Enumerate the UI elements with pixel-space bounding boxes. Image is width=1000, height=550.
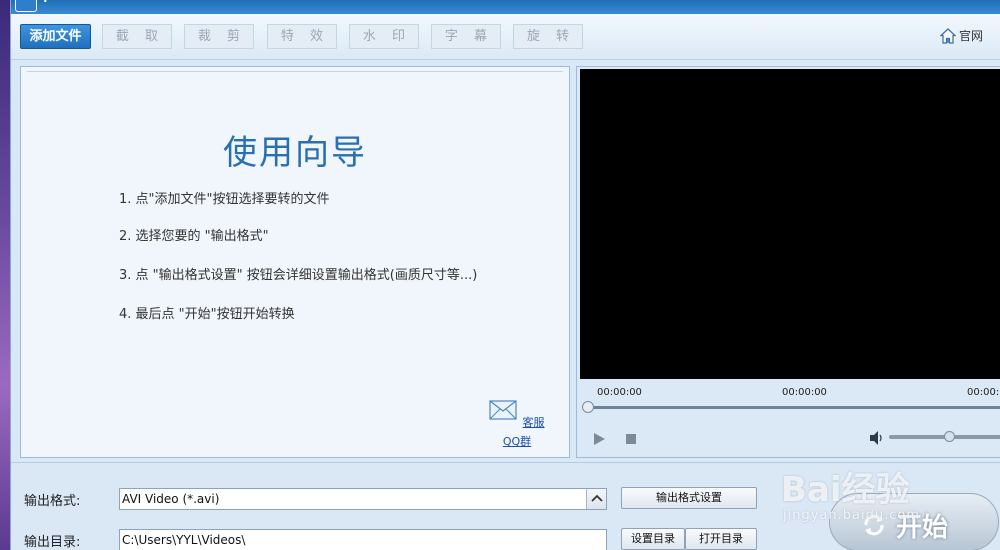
output-settings: 输出格式: AVI Video (*.avi) 输出格式设置 输出目录: C:\… bbox=[11, 462, 1000, 550]
seek-bar[interactable] bbox=[585, 406, 1000, 409]
qq-group-link[interactable]: 客服QQ群 bbox=[487, 400, 547, 449]
output-format-value: AVI Video (*.avi) bbox=[122, 492, 220, 506]
stop-icon[interactable] bbox=[624, 432, 638, 446]
output-format-select[interactable]: AVI Video (*.avi) bbox=[119, 488, 607, 510]
play-icon[interactable] bbox=[592, 432, 606, 446]
title-bar: · bbox=[11, 0, 1000, 14]
toolbar: 添加文件 截 取 裁 剪 特 效 水 印 字 幕 旋 转 官网 bbox=[11, 14, 1000, 60]
time-start: 00:00:00 bbox=[597, 387, 642, 398]
trim-button[interactable]: 截 取 bbox=[102, 24, 172, 49]
app-window: · 添加文件 截 取 裁 剪 特 效 水 印 字 幕 旋 转 官网 使用向导 1… bbox=[10, 0, 1000, 550]
time-end: 00:00:00 bbox=[967, 387, 1000, 398]
seek-handle[interactable] bbox=[582, 401, 594, 413]
subtitle-button[interactable]: 字 幕 bbox=[431, 24, 501, 49]
open-dir-button[interactable]: 打开目录 bbox=[685, 528, 757, 550]
app-icon bbox=[15, 0, 37, 12]
guide-divider bbox=[27, 71, 563, 72]
video-screen bbox=[580, 69, 1000, 379]
rotate-button[interactable]: 旋 转 bbox=[513, 24, 583, 49]
effects-button[interactable]: 特 效 bbox=[267, 24, 337, 49]
start-label: 开始 bbox=[896, 513, 949, 543]
add-file-button[interactable]: 添加文件 bbox=[20, 24, 91, 49]
guide-step-4: 4. 最后点 "开始"按钮开始转换 bbox=[119, 307, 295, 322]
guide-panel: 使用向导 1. 点"添加文件"按钮选择要转的文件 2. 选择您要的 "输出格式"… bbox=[20, 66, 570, 458]
qq-group-label[interactable]: 客服QQ群 bbox=[503, 416, 545, 448]
video-player: 00:00:00 00:00:00 00:00:00 bbox=[576, 66, 1000, 458]
volume-handle[interactable] bbox=[944, 431, 955, 442]
official-site-label: 官网 bbox=[958, 29, 983, 43]
window-title: · bbox=[43, 0, 48, 8]
format-settings-button[interactable]: 输出格式设置 bbox=[621, 487, 757, 509]
guide-title: 使用向导 bbox=[223, 133, 367, 173]
output-dir-label: 输出目录: bbox=[24, 535, 81, 550]
output-format-label: 输出格式: bbox=[24, 494, 81, 509]
format-dropdown-button[interactable] bbox=[586, 489, 606, 509]
home-icon bbox=[939, 27, 956, 44]
guide-step-1: 1. 点"添加文件"按钮选择要转的文件 bbox=[119, 192, 330, 207]
guide-step-3: 3. 点 "输出格式设置" 按钮会详细设置输出格式(画质尺寸等...) bbox=[119, 268, 478, 283]
crop-button[interactable]: 裁 剪 bbox=[184, 24, 254, 49]
output-dir-field[interactable]: C:\Users\YYL\Videos\ bbox=[119, 529, 607, 550]
mail-icon bbox=[489, 400, 518, 420]
time-current: 00:00:00 bbox=[782, 387, 827, 398]
chevron-up-icon bbox=[591, 494, 603, 502]
watermark-button[interactable]: 水 印 bbox=[349, 24, 419, 49]
guide-step-2: 2. 选择您要的 "输出格式" bbox=[119, 229, 269, 244]
set-dir-button[interactable]: 设置目录 bbox=[621, 528, 685, 550]
convert-icon bbox=[864, 514, 884, 536]
official-site-link[interactable]: 官网 bbox=[939, 27, 983, 44]
start-button[interactable]: 开始 bbox=[829, 493, 999, 550]
volume-icon[interactable] bbox=[869, 430, 885, 446]
